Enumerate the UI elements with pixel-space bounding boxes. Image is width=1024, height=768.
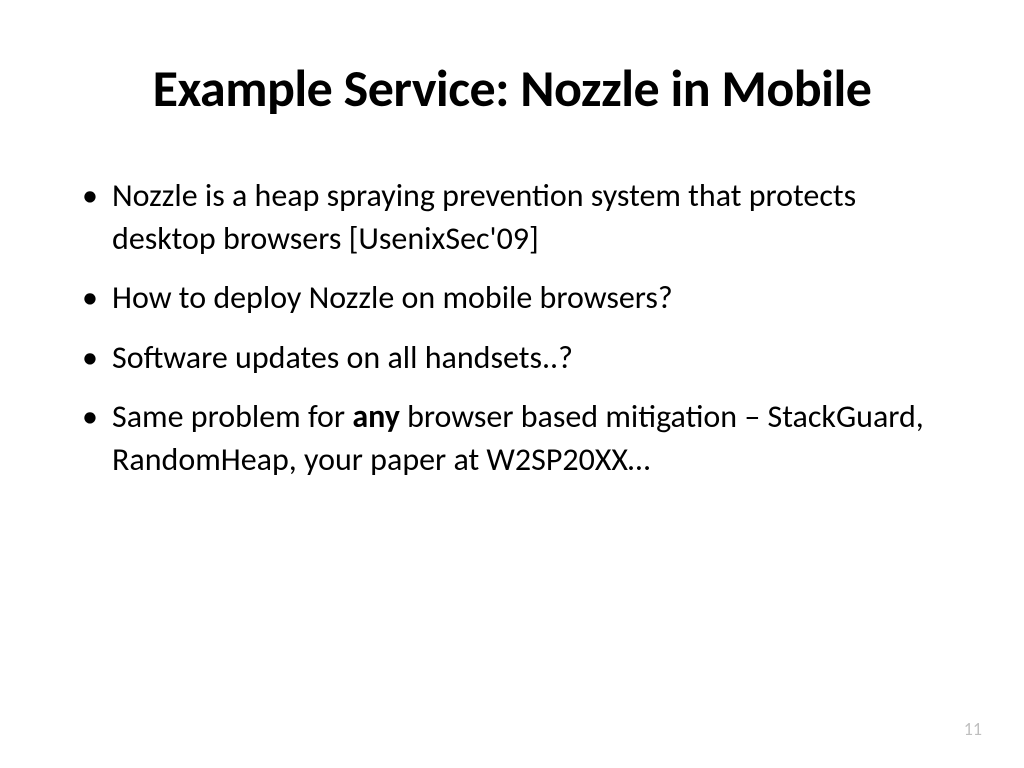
- bullet-text: Software updates on all handsets..?: [112, 338, 573, 377]
- bullet-text: How to deploy Nozzle on mobile browsers?: [112, 278, 673, 317]
- bullet-text-bold: any: [352, 397, 400, 436]
- bullet-item: Same problem for any browser based mitig…: [70, 395, 954, 481]
- bullet-item: How to deploy Nozzle on mobile browsers?: [70, 276, 954, 319]
- slide-container: Example Service: Nozzle in Mobile Nozzle…: [0, 0, 1024, 768]
- bullet-item: Nozzle is a heap spraying prevention sys…: [70, 174, 954, 260]
- bullet-list: Nozzle is a heap spraying prevention sys…: [70, 174, 954, 481]
- slide-title: Example Service: Nozzle in Mobile: [70, 56, 954, 120]
- bullet-item: Software updates on all handsets..?: [70, 336, 954, 379]
- bullet-text-prefix: Same problem for: [112, 397, 352, 436]
- page-number: 11: [964, 718, 982, 740]
- bullet-text: Nozzle is a heap spraying prevention sys…: [112, 176, 856, 258]
